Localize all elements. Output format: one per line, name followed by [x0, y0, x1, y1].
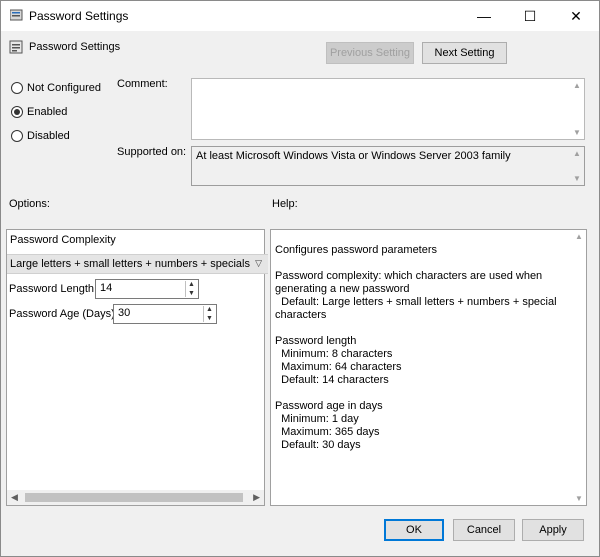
close-button[interactable]: ✕ — [553, 1, 599, 31]
cancel-button[interactable]: Cancel — [453, 519, 515, 541]
supported-on-value: At least Microsoft Windows Vista or Wind… — [196, 150, 511, 162]
supported-scrollbar[interactable]: ▲ ▼ — [570, 147, 584, 185]
scroll-down-icon[interactable]: ▼ — [573, 128, 581, 137]
help-panel: Configures password parameters Password … — [270, 229, 587, 506]
age-label: Password Age (Days) — [9, 308, 115, 320]
complexity-dropdown[interactable]: Large letters + small letters + numbers … — [7, 254, 268, 274]
scroll-right-icon[interactable]: ▶ — [253, 492, 260, 503]
disabled-radio[interactable]: Disabled — [11, 130, 70, 142]
setting-name: Password Settings — [29, 41, 121, 53]
scroll-up-icon[interactable]: ▲ — [573, 81, 581, 90]
spin-down-icon[interactable]: ▼ — [206, 315, 213, 322]
setting-icon — [9, 40, 23, 54]
apply-button[interactable]: Apply — [522, 519, 584, 541]
help-text: Configures password parameters Password … — [275, 244, 557, 451]
radio-label: Not Configured — [27, 82, 101, 94]
spin-down-icon[interactable]: ▼ — [188, 290, 195, 297]
supported-on-label: Supported on: — [117, 146, 187, 158]
chevron-down-icon[interactable]: ▽ — [255, 258, 262, 269]
scroll-left-icon[interactable]: ◀ — [11, 492, 18, 503]
spin-up-icon[interactable]: ▲ — [188, 281, 195, 288]
help-label: Help: — [272, 198, 298, 210]
title-bar: Password Settings — ☐ ✕ — [1, 1, 599, 31]
password-settings-dialog: Password Settings — ☐ ✕ Password Setting… — [0, 0, 600, 557]
age-spinner[interactable]: 30 ▲ ▼ — [113, 304, 217, 324]
radio-circle[interactable] — [11, 82, 23, 94]
options-horizontal-scrollbar[interactable]: ◀ ▶ — [7, 490, 264, 505]
radio-label: Disabled — [27, 130, 70, 142]
age-value: 30 — [118, 307, 131, 319]
length-value: 14 — [100, 282, 113, 294]
minimize-button[interactable]: — — [461, 1, 507, 31]
scroll-up-icon[interactable]: ▲ — [575, 232, 583, 241]
next-setting-button[interactable]: Next Setting — [422, 42, 507, 64]
comment-textarea[interactable]: ▲ ▼ — [191, 78, 585, 140]
scroll-down-icon[interactable]: ▼ — [575, 494, 583, 503]
radio-label: Enabled — [27, 106, 68, 118]
comment-scrollbar[interactable]: ▲ ▼ — [570, 79, 584, 139]
not-configured-radio[interactable]: Not Configured — [11, 82, 101, 94]
length-label: Password Length — [9, 283, 94, 295]
radio-circle[interactable] — [11, 130, 23, 142]
spin-up-icon[interactable]: ▲ — [206, 306, 213, 313]
comment-value — [192, 79, 584, 85]
maximize-button[interactable]: ☐ — [507, 1, 553, 31]
radio-circle[interactable] — [11, 106, 23, 118]
policy-app-icon — [10, 9, 23, 21]
options-label: Options: — [9, 198, 50, 210]
help-scrollbar[interactable]: ▲ ▼ — [572, 230, 586, 505]
options-panel: Password Complexity Large letters + smal… — [6, 229, 268, 506]
scrollbar-thumb[interactable] — [25, 493, 243, 502]
previous-setting-button[interactable]: Previous Setting — [326, 42, 414, 64]
scroll-up-icon[interactable]: ▲ — [573, 149, 581, 158]
scroll-down-icon[interactable]: ▼ — [573, 174, 581, 183]
supported-on-field: At least Microsoft Windows Vista or Wind… — [191, 146, 585, 186]
window-title: Password Settings — [29, 9, 129, 23]
complexity-value: Large letters + small letters + numbers … — [10, 258, 250, 270]
ok-button[interactable]: OK — [384, 519, 444, 541]
length-spinner[interactable]: 14 ▲ ▼ — [95, 279, 199, 299]
enabled-radio[interactable]: Enabled — [11, 106, 67, 118]
age-spin-buttons[interactable]: ▲ ▼ — [203, 306, 215, 322]
complexity-label: Password Complexity — [10, 234, 116, 246]
length-spin-buttons[interactable]: ▲ ▼ — [185, 281, 197, 297]
comment-label: Comment: — [117, 78, 168, 90]
